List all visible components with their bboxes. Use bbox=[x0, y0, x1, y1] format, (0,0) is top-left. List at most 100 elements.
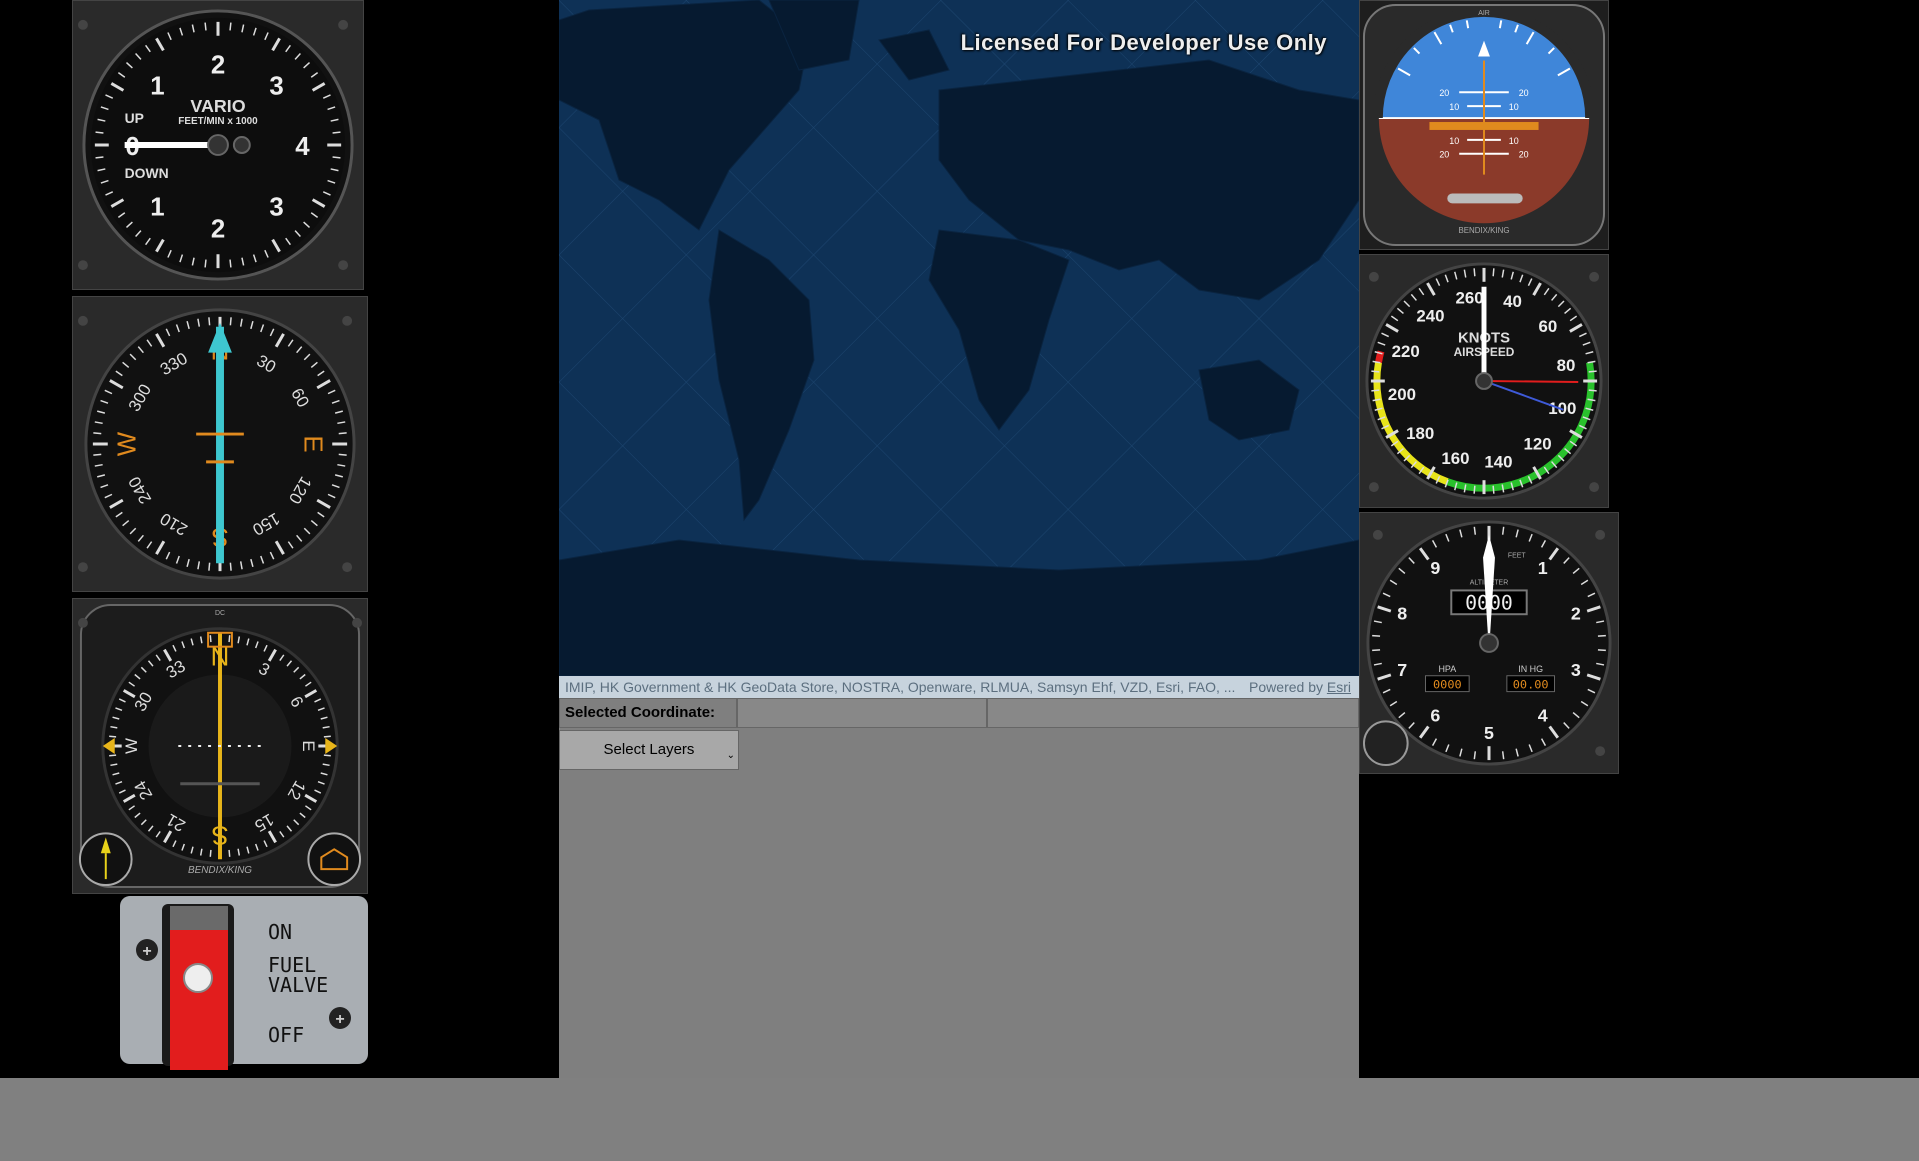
tick-mark bbox=[95, 156, 104, 159]
tick-mark bbox=[228, 849, 231, 857]
powered-by-label: Powered by bbox=[1249, 679, 1323, 695]
pitch-label: 20 bbox=[1519, 88, 1529, 98]
pitch-label: 10 bbox=[1509, 102, 1519, 112]
dial-label: E bbox=[299, 740, 318, 751]
select-layers-button[interactable]: Select Layers ⌄ bbox=[559, 730, 739, 770]
altimeter-number: 3 bbox=[1571, 660, 1581, 680]
inhg-label: IN HG bbox=[1518, 664, 1543, 674]
license-watermark: Licensed For Developer Use Only bbox=[960, 30, 1327, 55]
hsi-gauge: N36E1215S2124W3033 DC BENDIX/KING bbox=[72, 598, 368, 894]
roll-tick bbox=[1498, 20, 1503, 29]
vario-number-4: 4 bbox=[295, 133, 310, 161]
attitude-brand: BENDIX/KING bbox=[1458, 226, 1509, 235]
vario-gauge: VARIO FEET/MIN x 1000 UP DOWN 2 3 4 3 2 … bbox=[72, 0, 364, 290]
tick-mark bbox=[332, 131, 341, 134]
tick-mark bbox=[204, 22, 207, 31]
heading-knob[interactable] bbox=[307, 832, 362, 887]
screw-icon bbox=[1589, 482, 1600, 493]
tick-mark bbox=[93, 432, 102, 435]
map-panel: Licensed For Developer Use Only IMIP, HK… bbox=[559, 0, 1359, 1078]
tick-mark bbox=[209, 849, 212, 857]
tick-mark bbox=[1492, 485, 1495, 494]
tick-mark bbox=[323, 735, 331, 738]
screw-icon bbox=[338, 19, 349, 30]
airspeed-indicator: 260406080100120140160180200220240 KNOTS … bbox=[1359, 254, 1609, 508]
tick-mark bbox=[229, 317, 232, 326]
altimeter-number: 6 bbox=[1430, 706, 1440, 726]
coordinate-field-lon bbox=[987, 698, 1359, 728]
tick-mark bbox=[1501, 751, 1505, 760]
airspeed-number: 160 bbox=[1441, 449, 1469, 468]
inhg-value: 00.00 bbox=[1513, 678, 1549, 692]
tick-mark bbox=[208, 562, 211, 571]
tick-mark bbox=[1371, 370, 1380, 373]
tick-mark bbox=[208, 317, 211, 326]
tick-mark bbox=[204, 259, 207, 268]
screw-icon bbox=[342, 315, 353, 326]
tick-mark bbox=[109, 735, 117, 738]
heading-indicator: N3060E120150S210240W300330 bbox=[72, 296, 368, 592]
tick-mark bbox=[1473, 751, 1477, 760]
altimeter-number: 7 bbox=[1397, 660, 1407, 680]
vario-down-label: DOWN bbox=[125, 165, 169, 181]
vario-number-1-bottom: 1 bbox=[150, 194, 164, 222]
tick-mark bbox=[229, 259, 232, 268]
fuel-valve-switch[interactable] bbox=[170, 930, 228, 1070]
powered-by: Powered by Esri bbox=[1249, 676, 1351, 698]
dial-label: W bbox=[113, 431, 141, 456]
tick-mark bbox=[228, 635, 231, 643]
airspeed-number: 40 bbox=[1503, 292, 1522, 311]
tick-mark bbox=[1501, 526, 1505, 535]
fuel-label-line2: VALVE bbox=[268, 973, 328, 997]
vario-number-1-top: 1 bbox=[150, 72, 164, 100]
attitude-indicator: 20 20 10 10 10 10 20 20 AIR BENDIX/KING bbox=[1359, 0, 1609, 250]
pitch-adjust-knob[interactable] bbox=[1447, 193, 1523, 204]
tick-mark bbox=[1588, 370, 1597, 373]
altimeter-number: 2 bbox=[1571, 604, 1581, 624]
altimeter: 123456789 ALTIMETER FEET 0000 HPA 0000 I… bbox=[1359, 512, 1619, 774]
selected-coordinate-label: Selected Coordinate: bbox=[559, 698, 737, 728]
tick-mark bbox=[229, 562, 232, 571]
vario-up-label: UP bbox=[125, 110, 144, 126]
airspeed-number: 220 bbox=[1392, 342, 1420, 361]
tick-mark bbox=[229, 22, 232, 31]
tick-mark bbox=[338, 453, 347, 456]
pitch-label: 20 bbox=[1439, 150, 1449, 160]
airspeed-number: 60 bbox=[1538, 317, 1557, 336]
fuel-off-label: OFF bbox=[268, 1023, 304, 1047]
svg-text:+: + bbox=[335, 1011, 344, 1028]
tick-mark bbox=[1473, 485, 1476, 494]
map-view[interactable]: Licensed For Developer Use Only bbox=[559, 0, 1359, 676]
roll-tick bbox=[1465, 20, 1470, 29]
airspeed-number: 200 bbox=[1388, 385, 1416, 404]
fuel-valve-panel: + + ON FUEL VALVE OFF bbox=[120, 896, 368, 1070]
attribution-text: IMIP, HK Government & HK GeoData Store, … bbox=[565, 679, 1236, 695]
map-attribution: IMIP, HK Government & HK GeoData Store, … bbox=[559, 676, 1359, 698]
altimeter-number: 1 bbox=[1538, 558, 1548, 578]
altimeter-feet: FEET bbox=[1508, 553, 1526, 560]
coordinate-row: Selected Coordinate: bbox=[559, 698, 1359, 728]
screw-icon bbox=[338, 260, 349, 271]
esri-link[interactable]: Esri bbox=[1327, 679, 1351, 695]
hsi-top-label: DC bbox=[215, 610, 225, 617]
pitch-label: 20 bbox=[1439, 88, 1449, 98]
switch-toggle-knob[interactable] bbox=[183, 963, 213, 993]
tick-mark bbox=[209, 635, 212, 643]
vario-number-3-top: 3 bbox=[269, 72, 283, 100]
tick-mark bbox=[1371, 389, 1380, 392]
tick-mark bbox=[95, 131, 104, 134]
dial-label: W bbox=[122, 738, 141, 754]
screw-icon bbox=[1368, 482, 1379, 493]
vario-number-2-top: 2 bbox=[211, 51, 225, 79]
airspeed-number: 180 bbox=[1406, 424, 1434, 443]
aircraft-symbol-icon bbox=[1429, 122, 1539, 130]
hpa-label: HPA bbox=[1438, 664, 1456, 674]
airspeed-number: 260 bbox=[1455, 288, 1483, 307]
airspeed-number: 140 bbox=[1484, 453, 1512, 472]
screw-icon bbox=[77, 315, 88, 326]
altimeter-number: 9 bbox=[1430, 558, 1440, 578]
baro-setting-knob[interactable] bbox=[1362, 720, 1409, 767]
screw-icon bbox=[352, 617, 363, 628]
tick-mark bbox=[1588, 389, 1597, 392]
airspeed-number: 240 bbox=[1416, 307, 1444, 326]
